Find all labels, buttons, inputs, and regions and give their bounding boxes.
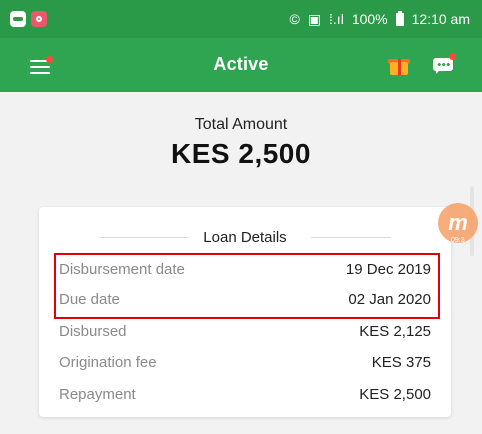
battery-icon xyxy=(395,10,404,26)
loan-details-card: Loan Details Disbursement date 19 Dec 20… xyxy=(39,207,451,417)
row-label: Disbursement date xyxy=(59,260,185,278)
row-origination-fee: Origination fee KES 375 xyxy=(59,351,431,373)
camera-notification-icon xyxy=(31,11,47,27)
row-label: Disbursed xyxy=(59,322,127,340)
row-label: Due date xyxy=(59,290,120,308)
battery-percent: 100% xyxy=(351,11,388,27)
cast-icon: © xyxy=(289,11,300,27)
status-time: 12:10 am xyxy=(411,11,470,27)
app-notification-icon xyxy=(10,11,26,27)
row-disbursement-date: Disbursement date 19 Dec 2019 xyxy=(59,258,431,280)
status-system-icons: © ▣ ⁞.ıl 100% 12:10 am xyxy=(289,10,470,27)
gift-icon[interactable] xyxy=(388,54,410,76)
floating-badge-letter: m xyxy=(448,210,468,235)
row-value: KES 2,125 xyxy=(359,322,431,340)
row-value: 02 Jan 2020 xyxy=(348,290,431,308)
floating-badge-time: 09:3 xyxy=(451,237,465,244)
row-value: KES 2,500 xyxy=(359,385,431,403)
row-repayment: Repayment KES 2,500 xyxy=(59,383,431,405)
status-notifications xyxy=(10,11,47,27)
chat-notification-dot xyxy=(449,53,456,60)
row-disbursed: Disbursed KES 2,125 xyxy=(59,320,431,342)
divider-right xyxy=(311,237,391,238)
screen-mirror-icon: ▣ xyxy=(307,11,322,27)
row-value: 19 Dec 2019 xyxy=(345,260,431,278)
app-bar: Active xyxy=(0,38,482,92)
total-amount-label: Total Amount xyxy=(194,116,288,133)
total-amount-value: KES 2,500 xyxy=(171,138,311,169)
chat-icon[interactable] xyxy=(433,53,456,74)
signal-icon: ⁞.ıl xyxy=(329,11,344,27)
status-bar: © ▣ ⁞.ıl 100% 12:10 am xyxy=(0,0,482,38)
row-label: Origination fee xyxy=(59,353,157,371)
row-due-date: Due date 02 Jan 2020 xyxy=(59,288,431,310)
row-label: Repayment xyxy=(59,385,136,403)
row-value: KES 375 xyxy=(371,353,431,371)
